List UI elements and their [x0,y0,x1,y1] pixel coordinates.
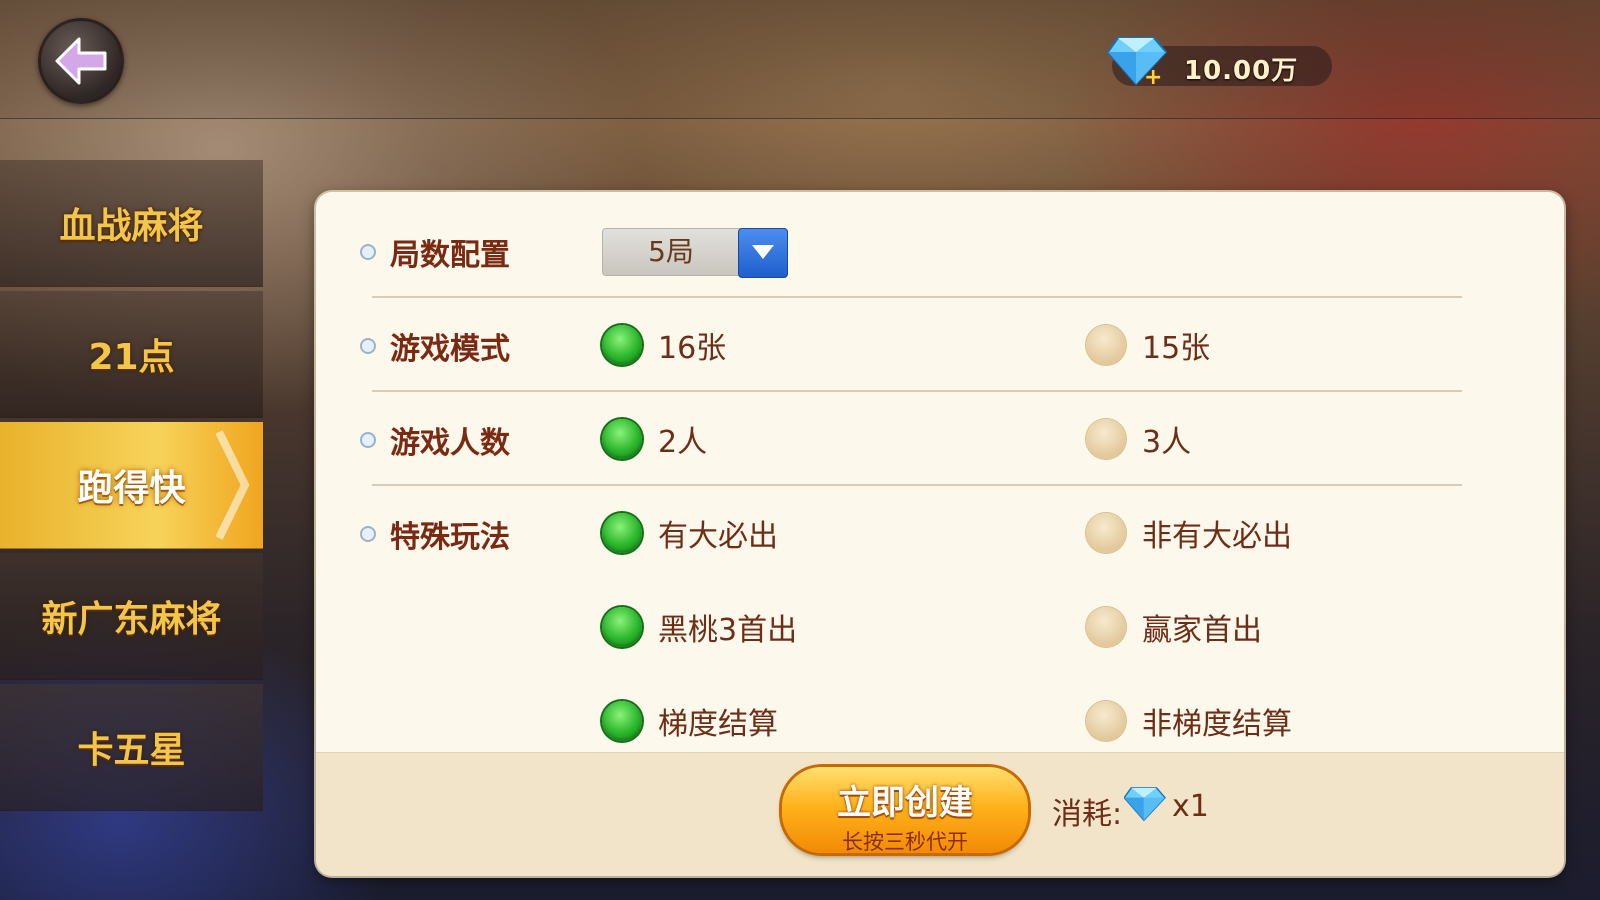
bullet-icon [360,244,376,260]
players-label: 游戏人数 [390,426,510,461]
divider [372,296,1462,298]
bullet-icon [360,432,376,448]
special-option-spade3-first[interactable]: 黑桃3首出 [602,604,797,650]
chevron-right-icon [215,430,250,540]
radio-selected[interactable] [602,607,642,647]
radio-unselected[interactable] [1086,513,1126,553]
option-label: 非梯度结算 [1142,707,1292,742]
radio-unselected[interactable] [1086,325,1126,365]
bullet-icon [360,338,376,354]
radio-selected[interactable] [602,701,642,741]
radio-selected[interactable] [602,513,642,553]
special-option-non-tiered-settlement[interactable]: 非梯度结算 [1086,698,1292,744]
special-option-not-must-play-bigger[interactable]: 非有大必出 [1086,510,1292,556]
rounds-dropdown-button[interactable] [738,228,788,278]
special-option-must-play-bigger[interactable]: 有大必出 [602,510,778,556]
option-label: 16张 [658,331,727,366]
create-button-label: 立即创建 [837,783,973,823]
rounds-select[interactable]: 5局 [602,228,788,278]
svg-text:+: + [1144,65,1162,88]
special-label: 特殊玩法 [390,520,510,555]
divider [372,484,1462,486]
mode-option-16[interactable]: 16张 [602,322,726,368]
sidebar-item-label: 新广东麻将 [41,599,222,640]
sidebar-item-label: 血战麻将 [59,206,204,247]
create-button-sublabel: 长按三秒代开 [842,830,968,854]
sidebar-item-new-guangdong-mahjong[interactable]: 新广东麻将 [0,553,263,680]
sidebar-item-label: 卡五星 [77,730,186,771]
radio-selected[interactable] [602,325,642,365]
sidebar-item-xuezhan-mahjong[interactable]: 血战麻将 [0,160,263,287]
settings-panel: 局数配置 5局 游戏模式 16张 15张 游戏人数 2人 3人 特殊玩法 有大必… [316,192,1564,876]
currency-value: 10.00万 [1184,56,1299,86]
top-bar [0,0,1600,119]
sidebar-item-paodekuai[interactable]: 跑得快 [0,422,263,549]
create-room-button[interactable]: 立即创建 长按三秒代开 [782,767,1028,854]
bullet-icon [360,526,376,542]
option-label: 黑桃3首出 [658,613,798,648]
option-label: 3人 [1142,425,1192,460]
mode-option-15[interactable]: 15张 [1086,322,1210,368]
mode-label: 游戏模式 [390,332,510,367]
option-label: 有大必出 [658,519,778,554]
cost-label: 消耗: [1052,797,1123,832]
sidebar-item-blackjack[interactable]: 21点 [0,291,263,418]
back-arrow-icon [55,37,107,85]
rounds-label: 局数配置 [390,238,510,273]
radio-unselected[interactable] [1086,607,1126,647]
add-diamond-button[interactable]: + [1106,34,1170,90]
special-option-winner-first[interactable]: 赢家首出 [1086,604,1262,650]
special-option-tiered-settlement[interactable]: 梯度结算 [602,698,778,744]
option-label: 2人 [658,425,708,460]
divider [372,390,1462,392]
dropdown-arrow-icon [752,245,774,259]
game-sidebar: 血战麻将 21点 跑得快 新广东麻将 卡五星 [0,160,263,815]
option-label: 梯度结算 [658,707,778,742]
radio-selected[interactable] [602,419,642,459]
radio-unselected[interactable] [1086,701,1126,741]
option-label: 15张 [1142,331,1211,366]
rounds-select-value: 5局 [648,235,694,268]
diamond-icon [1124,787,1166,822]
panel-footer: 立即创建 长按三秒代开 消耗: x1 [316,752,1564,876]
diamond-icon: + [1106,37,1168,90]
players-option-2[interactable]: 2人 [602,416,707,462]
option-label: 非有大必出 [1142,519,1292,554]
sidebar-item-kawuxing[interactable]: 卡五星 [0,684,263,811]
cost-count: x1 [1172,789,1209,824]
radio-unselected[interactable] [1086,419,1126,459]
option-label: 赢家首出 [1142,613,1262,648]
players-option-3[interactable]: 3人 [1086,416,1191,462]
sidebar-item-label: 跑得快 [77,468,186,509]
sidebar-item-label: 21点 [88,337,175,378]
back-button[interactable] [38,18,124,104]
